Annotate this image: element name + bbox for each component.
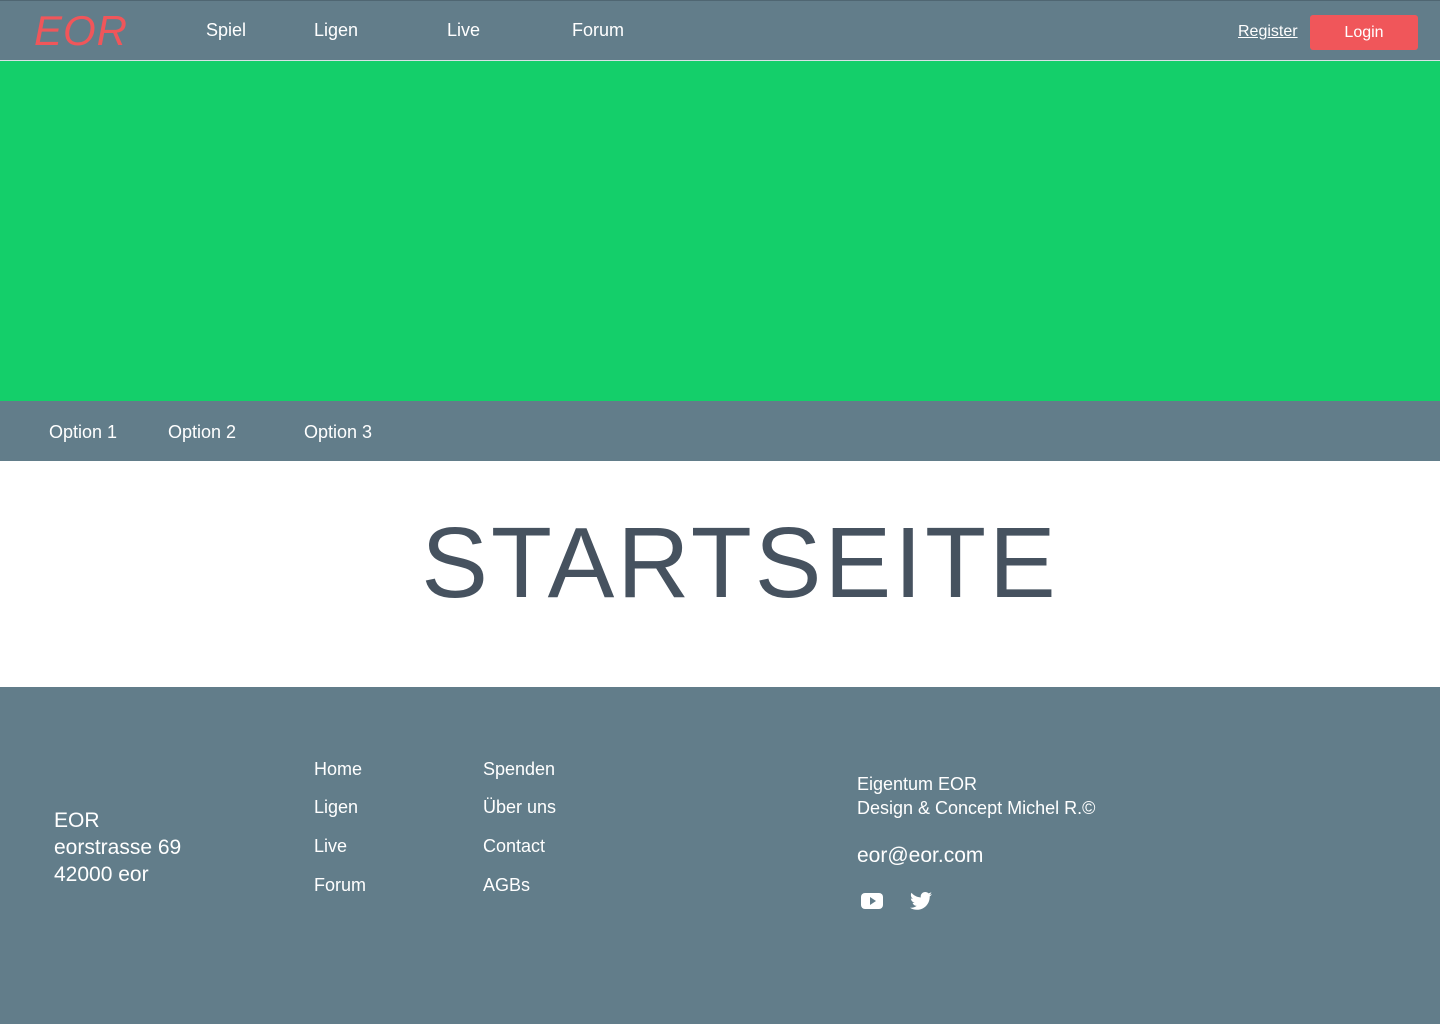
address-street: eorstrasse 69: [54, 836, 182, 859]
footer-address: EOR eorstrasse 69 42000 eor: [54, 807, 181, 888]
footer-link-ueber-uns[interactable]: Über uns: [483, 796, 556, 818]
footer-link-ligen[interactable]: Ligen: [314, 796, 358, 818]
footer-link-live[interactable]: Live: [314, 835, 347, 857]
option-2-tab[interactable]: Option 2: [168, 421, 236, 443]
address-city: 42000 eor: [54, 863, 149, 886]
nav-ligen[interactable]: Ligen: [314, 19, 358, 41]
legal-owner: Eigentum EOR: [857, 774, 978, 794]
top-navbar: EOR Spiel Ligen Live Forum Register Logi…: [0, 0, 1440, 61]
footer-email[interactable]: eor@eor.com: [857, 843, 983, 869]
twitter-icon[interactable]: [908, 889, 934, 913]
footer-legal: Eigentum EOR Design & Concept Michel R.©: [857, 772, 1095, 820]
legal-design-credit: Design & Concept Michel R.©: [857, 798, 1096, 818]
youtube-icon[interactable]: [860, 889, 886, 913]
hero-banner: [0, 61, 1440, 401]
footer-link-home[interactable]: Home: [314, 758, 362, 780]
eor-logo[interactable]: EOR: [34, 7, 128, 55]
option-3-tab[interactable]: Option 3: [304, 421, 372, 443]
page-title: STARTSEITE: [421, 507, 1059, 619]
footer-link-forum[interactable]: Forum: [314, 874, 366, 896]
nav-live[interactable]: Live: [447, 19, 480, 41]
footer-link-agbs[interactable]: AGBs: [483, 874, 530, 896]
nav-spiel[interactable]: Spiel: [206, 19, 246, 41]
nav-forum[interactable]: Forum: [572, 19, 624, 41]
footer: EOR eorstrasse 69 42000 eor Home Ligen L…: [0, 687, 1440, 1024]
login-button[interactable]: Login: [1310, 15, 1418, 50]
footer-link-spenden[interactable]: Spenden: [483, 758, 555, 780]
option-1-tab[interactable]: Option 1: [49, 421, 117, 443]
options-bar: Option 1 Option 2 Option 3: [0, 401, 1440, 461]
register-link[interactable]: Register: [1238, 22, 1298, 42]
address-name: EOR: [54, 809, 100, 832]
footer-link-contact[interactable]: Contact: [483, 835, 545, 857]
